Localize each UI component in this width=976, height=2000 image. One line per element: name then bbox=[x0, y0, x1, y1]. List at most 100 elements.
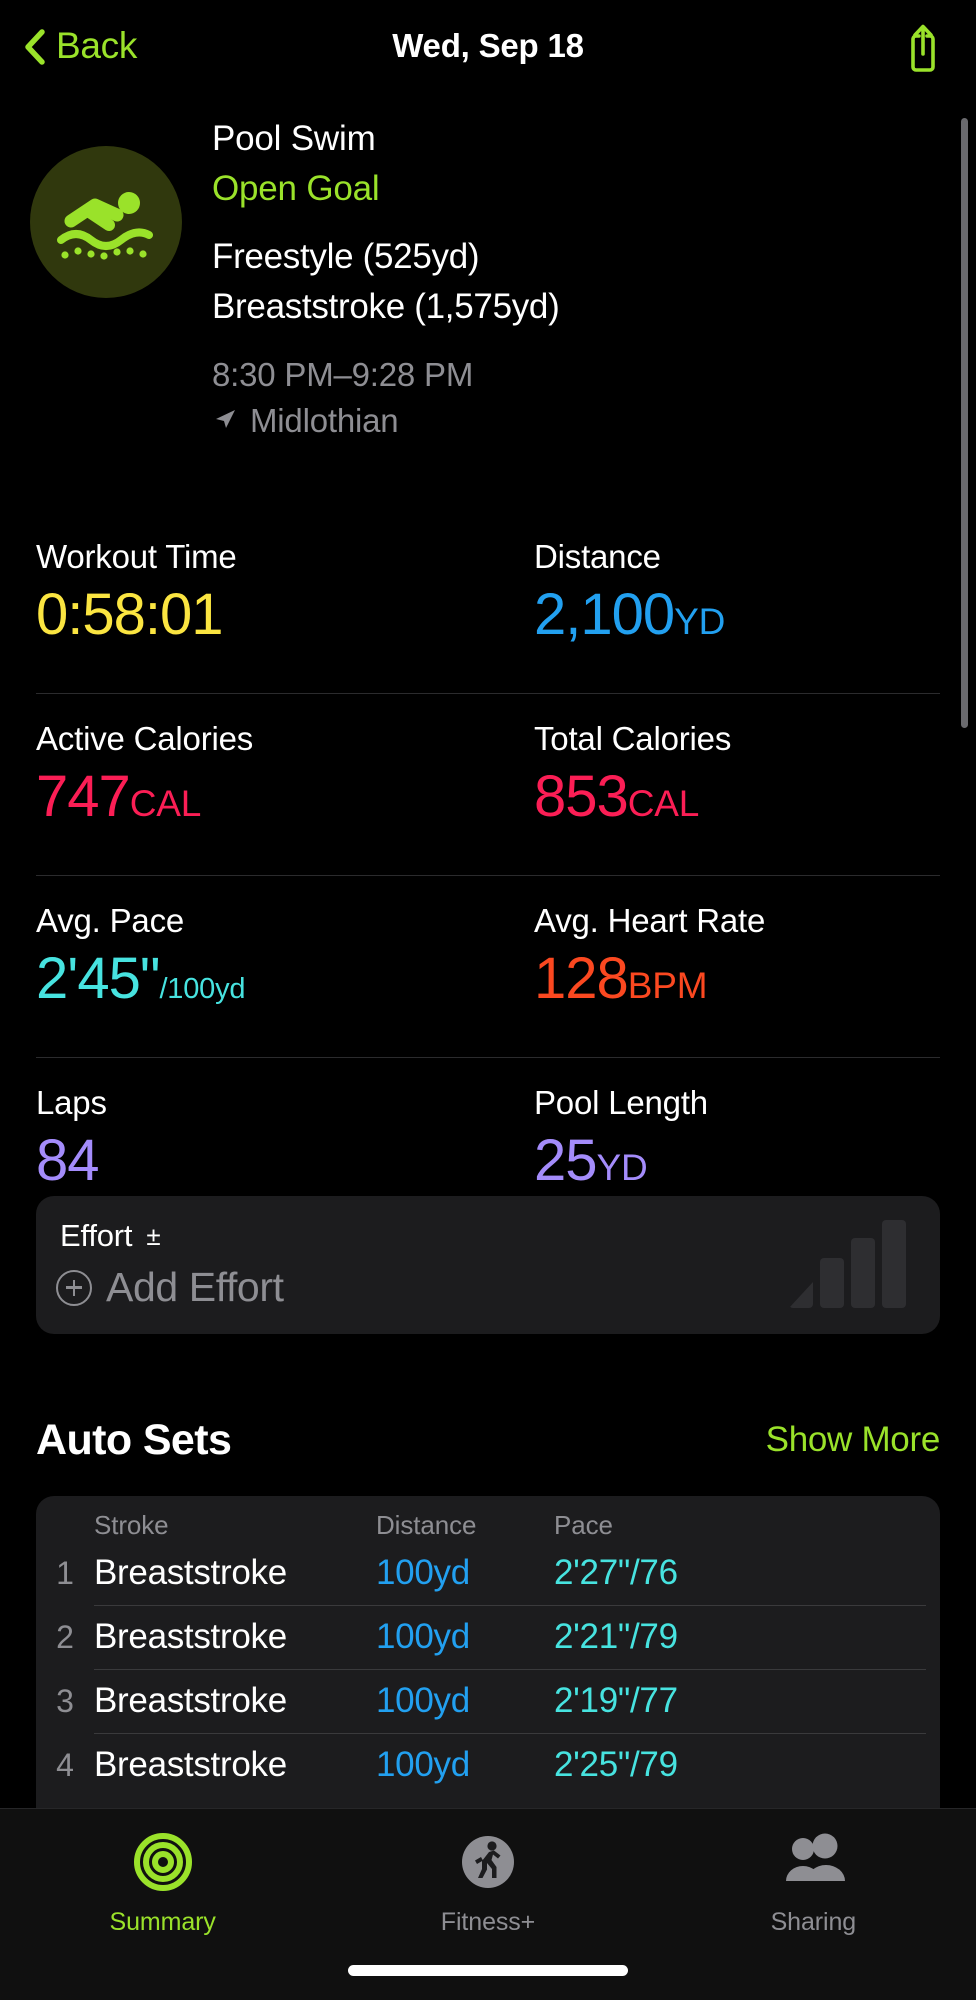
row-distance: 100yd bbox=[376, 1553, 470, 1592]
row-distance: 100yd bbox=[376, 1617, 470, 1656]
metric-value: 853 bbox=[534, 764, 629, 829]
home-indicator bbox=[348, 1965, 628, 1976]
column-header-stroke: Stroke bbox=[94, 1510, 169, 1540]
metric-unit: CAL bbox=[129, 783, 202, 824]
row-index: 2 bbox=[56, 1618, 74, 1655]
metric-label: Pool Length bbox=[534, 1084, 708, 1121]
runner-icon bbox=[457, 1831, 519, 1898]
metric-label: Total Calories bbox=[534, 720, 732, 757]
workout-meta: 8:30 PM–9:28 PM Midlothian bbox=[212, 352, 559, 444]
workout-time-range: 8:30 PM–9:28 PM bbox=[212, 356, 474, 393]
row-pace: 2'19"/77 bbox=[554, 1681, 678, 1720]
metric-label: Avg. Pace bbox=[36, 902, 185, 939]
stroke-line: Freestyle (525yd) bbox=[212, 237, 480, 276]
effort-card[interactable]: Effort ± Add Effort bbox=[36, 1196, 940, 1334]
column-header-pace: Pace bbox=[554, 1510, 613, 1540]
location-arrow-icon bbox=[212, 398, 238, 444]
row-index: 1 bbox=[56, 1554, 74, 1591]
auto-sets-header: Auto Sets Show More bbox=[36, 1404, 940, 1476]
metric-value: 128 bbox=[534, 946, 629, 1011]
plus-circle-icon bbox=[56, 1269, 92, 1306]
table-row[interactable]: 1 Breaststroke 100yd 2'27"/76 bbox=[36, 1541, 940, 1605]
metric-value: 84 bbox=[36, 1128, 100, 1193]
workout-location: Midlothian bbox=[212, 398, 559, 444]
row-pace: 2'21"/79 bbox=[554, 1617, 678, 1656]
table-header-row: Stroke Distance Pace bbox=[36, 1496, 940, 1541]
metric-avg-pace: Avg. Pace 2'45"/100yd bbox=[36, 876, 488, 1051]
row-stroke: Breaststroke bbox=[94, 1681, 287, 1720]
metric-value: 2,100 bbox=[534, 582, 675, 647]
metric-unit: YD bbox=[674, 601, 726, 642]
workout-type: Pool Swim bbox=[212, 119, 376, 158]
metric-total-calories: Total Calories 853CAL bbox=[488, 694, 940, 869]
column-header-distance: Distance bbox=[376, 1510, 477, 1540]
metric-row: Active Calories 747CAL Total Calories 85… bbox=[36, 693, 940, 875]
metric-unit: YD bbox=[596, 1147, 648, 1188]
show-more-button[interactable]: Show More bbox=[766, 1420, 941, 1460]
metric-workout-time: Workout Time 0:58:01 bbox=[36, 512, 488, 687]
stroke-line: Breaststroke (1,575yd) bbox=[212, 287, 560, 326]
metric-row: Workout Time 0:58:01 Distance 2,100YD bbox=[36, 512, 940, 693]
metrics-grid: Workout Time 0:58:01 Distance 2,100YD Ac… bbox=[36, 512, 940, 1239]
row-pace: 2'27"/76 bbox=[554, 1553, 678, 1592]
add-effort-button[interactable]: Add Effort bbox=[56, 1264, 284, 1311]
metric-label: Laps bbox=[36, 1084, 107, 1121]
metric-label: Avg. Heart Rate bbox=[534, 902, 766, 939]
effort-title-row: Effort ± bbox=[60, 1218, 161, 1254]
metric-label: Workout Time bbox=[36, 538, 237, 575]
tab-label: Fitness+ bbox=[440, 1908, 536, 1936]
page-title: Wed, Sep 18 bbox=[392, 27, 584, 64]
metric-unit: BPM bbox=[627, 965, 708, 1006]
add-effort-label: Add Effort bbox=[106, 1264, 284, 1310]
stroke-summary: Freestyle (525yd) Breaststroke (1,575yd) bbox=[212, 232, 560, 332]
pool-swim-icon bbox=[30, 146, 182, 298]
tab-fitness-plus[interactable]: Fitness+ bbox=[325, 1831, 650, 1937]
tab-label: Sharing bbox=[770, 1908, 857, 1936]
table-row[interactable]: 2 Breaststroke 100yd 2'21"/79 bbox=[36, 1605, 940, 1669]
auto-sets-title: Auto Sets bbox=[36, 1415, 232, 1464]
tab-sharing[interactable]: Sharing bbox=[651, 1831, 976, 1937]
workout-location-label: Midlothian bbox=[250, 402, 399, 439]
chevron-left-icon bbox=[22, 27, 48, 65]
metric-avg-heart-rate: Avg. Heart Rate 128BPM bbox=[488, 876, 940, 1051]
row-index: 3 bbox=[56, 1682, 74, 1719]
table-row[interactable]: 4 Breaststroke 100yd 2'25"/79 bbox=[36, 1733, 940, 1797]
row-distance: 100yd bbox=[376, 1745, 470, 1784]
workout-header: Pool Swim Open Goal Freestyle (525yd) Br… bbox=[0, 110, 976, 444]
row-distance: 100yd bbox=[376, 1681, 470, 1720]
table-row[interactable]: 3 Breaststroke 100yd 2'19"/77 bbox=[36, 1669, 940, 1733]
row-index: 4 bbox=[56, 1746, 74, 1783]
metric-value: 747 bbox=[36, 764, 131, 829]
metric-value: 0:58:01 bbox=[36, 582, 224, 647]
metric-value: 25 bbox=[534, 1128, 598, 1193]
metric-unit: CAL bbox=[627, 783, 700, 824]
tab-label: Summary bbox=[109, 1908, 216, 1936]
tab-summary[interactable]: Summary bbox=[0, 1831, 325, 1937]
metric-active-calories: Active Calories 747CAL bbox=[36, 694, 488, 869]
vertical-scrollbar[interactable] bbox=[961, 118, 968, 728]
back-button[interactable]: Back bbox=[22, 25, 137, 67]
tab-bar: Summary Fitness+ Sharing bbox=[0, 1808, 976, 2000]
metric-distance: Distance 2,100YD bbox=[488, 512, 940, 687]
metric-unit: /100yd bbox=[159, 973, 246, 1005]
plus-minus-icon: ± bbox=[146, 1220, 161, 1251]
people-icon bbox=[778, 1831, 848, 1898]
workout-header-text: Pool Swim Open Goal Freestyle (525yd) Br… bbox=[212, 110, 560, 444]
effort-label: Effort bbox=[60, 1218, 133, 1253]
row-stroke: Breaststroke bbox=[94, 1617, 287, 1656]
row-pace: 2'25"/79 bbox=[554, 1745, 678, 1784]
navigation-bar: Back Wed, Sep 18 bbox=[0, 0, 976, 92]
workout-detail-screen: Back Wed, Sep 18 Pool Swim Open Goal Fre… bbox=[0, 0, 976, 2000]
activity-rings-icon bbox=[132, 1831, 194, 1898]
metric-row: Avg. Pace 2'45"/100yd Avg. Heart Rate 12… bbox=[36, 875, 940, 1057]
share-icon[interactable] bbox=[900, 22, 946, 79]
metric-label: Distance bbox=[534, 538, 661, 575]
row-stroke: Breaststroke bbox=[94, 1553, 287, 1592]
row-stroke: Breaststroke bbox=[94, 1745, 287, 1784]
metric-label: Active Calories bbox=[36, 720, 254, 757]
metric-value: 2'45" bbox=[36, 946, 160, 1011]
effort-bars-icon bbox=[789, 1220, 906, 1308]
workout-goal: Open Goal bbox=[212, 169, 380, 208]
workout-icon-container bbox=[0, 110, 212, 444]
back-button-label: Back bbox=[56, 25, 138, 66]
